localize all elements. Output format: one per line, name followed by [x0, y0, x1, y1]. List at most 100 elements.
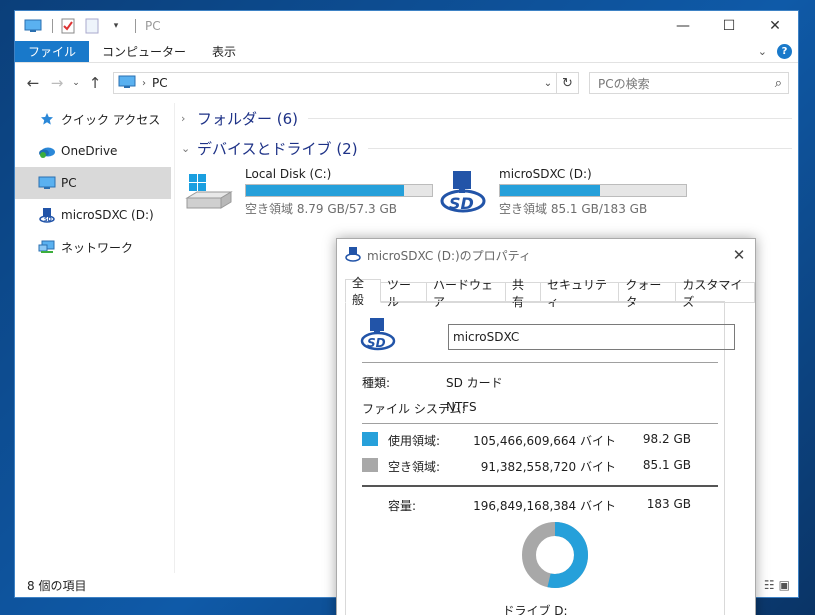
group-devices[interactable]: ⌄ デバイスとドライブ (2) [181, 133, 798, 163]
pc-icon[interactable] [23, 17, 43, 35]
sidebar-item-label: microSDXC (D:) [61, 208, 154, 222]
separator [52, 19, 53, 33]
tab-quota[interactable]: クォータ [619, 278, 677, 309]
volume-name-input[interactable]: microSDXC [448, 324, 735, 350]
close-button[interactable]: ✕ [752, 11, 798, 41]
general-tab-panel: SD microSDXC 種類: SD カード ファイル システム: NTFS … [345, 301, 735, 615]
used-space-swatch [362, 432, 378, 446]
tab-customize[interactable]: カスタマイズ [676, 278, 756, 309]
tab-file[interactable]: ファイル [15, 41, 90, 62]
drive-usage-fill [246, 185, 404, 196]
item-count: 8 個の項目 [27, 578, 87, 593]
search-placeholder: PCの検索 [598, 76, 650, 91]
up-button[interactable]: ↑ [83, 71, 107, 95]
search-icon: ⌕ [774, 75, 782, 91]
minimize-button[interactable]: — [660, 11, 706, 41]
chevron-right-icon[interactable]: › [142, 78, 146, 89]
drive-label: ドライブ D: [502, 604, 568, 615]
drive-tile-c[interactable]: Local Disk (C:) 空き領域 8.79 GB/57.3 GB [181, 167, 435, 216]
svg-text:SD: SD [44, 217, 52, 223]
separator [135, 19, 136, 33]
divider [362, 485, 718, 487]
maximize-button[interactable]: ☐ [706, 11, 752, 41]
address-row: ← → ⌄ ↑ › PC ⌄ ↻ PCの検索 ⌕ [15, 63, 798, 103]
svg-text:SD: SD [449, 194, 474, 213]
large-icons-view-icon[interactable]: ▣ [779, 578, 790, 592]
used-space-label: 使用領域: [388, 434, 441, 448]
tab-computer[interactable]: コンピューター [89, 41, 199, 62]
drive-free-text: 空き領域 85.1 GB/183 GB [499, 202, 648, 216]
navigation-pane: クイック アクセス OneDrive PC SD microSDXC (D:) … [15, 103, 171, 573]
network-icon [37, 240, 57, 254]
pc-icon [37, 176, 57, 190]
capacity-label: 容量: [388, 499, 417, 513]
dialog-title-bar: microSDXC (D:)のプロパティ ✕ [337, 239, 755, 271]
group-label: フォルダー (6) [197, 109, 299, 128]
tab-general[interactable]: 全般 [345, 276, 382, 307]
dialog-title: microSDXC (D:)のプロパティ [367, 248, 531, 263]
tab-sharing[interactable]: 共有 [506, 278, 542, 309]
free-space-gb: 85.1 GB [642, 458, 691, 472]
windows-drive-icon [181, 169, 237, 215]
new-folder-icon[interactable] [82, 17, 102, 35]
free-space-swatch [362, 458, 378, 472]
pc-icon [118, 75, 136, 92]
drive-tile-d[interactable]: SD microSDXC (D:) 空き領域 85.1 GB/183 GB [435, 167, 689, 216]
drive-usage-bar [245, 184, 433, 197]
sidebar-item-label: ネットワーク [61, 240, 134, 255]
address-bar[interactable]: › PC ⌄ [113, 72, 557, 94]
expand-ribbon-icon[interactable]: ⌄ [758, 45, 767, 58]
tab-security[interactable]: セキュリティ [541, 278, 620, 309]
refresh-button[interactable]: ↻ [557, 72, 579, 94]
svg-text:SD: SD [367, 336, 386, 350]
sd-card-icon: SD [37, 207, 57, 223]
divider [362, 423, 718, 424]
properties-icon[interactable] [58, 17, 78, 35]
forward-button[interactable]: → [45, 71, 69, 95]
pane-divider[interactable] [174, 103, 175, 573]
properties-dialog: microSDXC (D:)のプロパティ ✕ 全般 ツール ハードウェア 共有 … [336, 238, 756, 615]
divider [362, 362, 718, 363]
back-button[interactable]: ← [21, 71, 45, 95]
tab-hardware[interactable]: ハードウェア [427, 278, 507, 309]
capacity-gb: 183 GB [646, 497, 691, 511]
drive-list: Local Disk (C:) 空き領域 8.79 GB/57.3 GB SD … [181, 167, 798, 216]
chevron-down-icon[interactable]: ⌄ [540, 78, 556, 89]
recent-locations-button[interactable]: ⌄ [69, 71, 83, 95]
chevron-down-icon[interactable]: ⌄ [181, 142, 195, 155]
tab-tools[interactable]: ツール [381, 278, 428, 309]
sidebar-item-network[interactable]: ネットワーク [15, 231, 171, 263]
sd-card-icon: SD [435, 169, 491, 215]
window-title: PC [145, 19, 161, 33]
group-label: デバイスとドライブ (2) [197, 139, 358, 158]
help-icon[interactable]: ? [777, 44, 792, 59]
group-folders[interactable]: › フォルダー (6) [181, 103, 798, 133]
dialog-tabs: 全般 ツール ハードウェア 共有 セキュリティ クォータ カスタマイズ [345, 276, 756, 309]
drive-free-text: 空き領域 8.79 GB/57.3 GB [245, 202, 397, 216]
group-divider [367, 147, 792, 149]
sidebar-item-pc[interactable]: PC [15, 167, 171, 199]
sidebar-item-microsdxc[interactable]: SD microSDXC (D:) [15, 199, 171, 231]
details-view-icon[interactable]: ☷ [764, 578, 775, 592]
sd-card-icon [345, 246, 361, 265]
used-space-bytes: 105,466,609,664 バイト [473, 434, 616, 448]
search-input[interactable]: PCの検索 ⌕ [589, 72, 789, 94]
breadcrumb-pc[interactable]: PC [152, 76, 168, 90]
dialog-close-button[interactable]: ✕ [723, 246, 755, 264]
customize-quick-access-icon[interactable]: ▾ [106, 17, 126, 35]
onedrive-icon [37, 144, 57, 158]
chevron-right-icon[interactable]: › [181, 112, 195, 125]
ribbon-tabs: ファイル コンピューター 表示 ⌄ ? [15, 41, 798, 63]
star-icon [37, 112, 57, 126]
sidebar-item-label: クイック アクセス [61, 112, 161, 127]
usage-donut-chart [522, 522, 588, 588]
tab-view[interactable]: 表示 [199, 41, 249, 62]
sidebar-item-label: OneDrive [61, 144, 118, 158]
sidebar-item-label: PC [61, 176, 77, 190]
drive-name: microSDXC (D:) [499, 167, 592, 181]
sidebar-item-onedrive[interactable]: OneDrive [15, 135, 171, 167]
type-value: SD カード [446, 376, 503, 390]
title-bar: ▾ PC — ☐ ✕ [15, 11, 798, 41]
drive-usage-bar [499, 184, 687, 197]
sidebar-item-quick-access[interactable]: クイック アクセス [15, 103, 171, 135]
